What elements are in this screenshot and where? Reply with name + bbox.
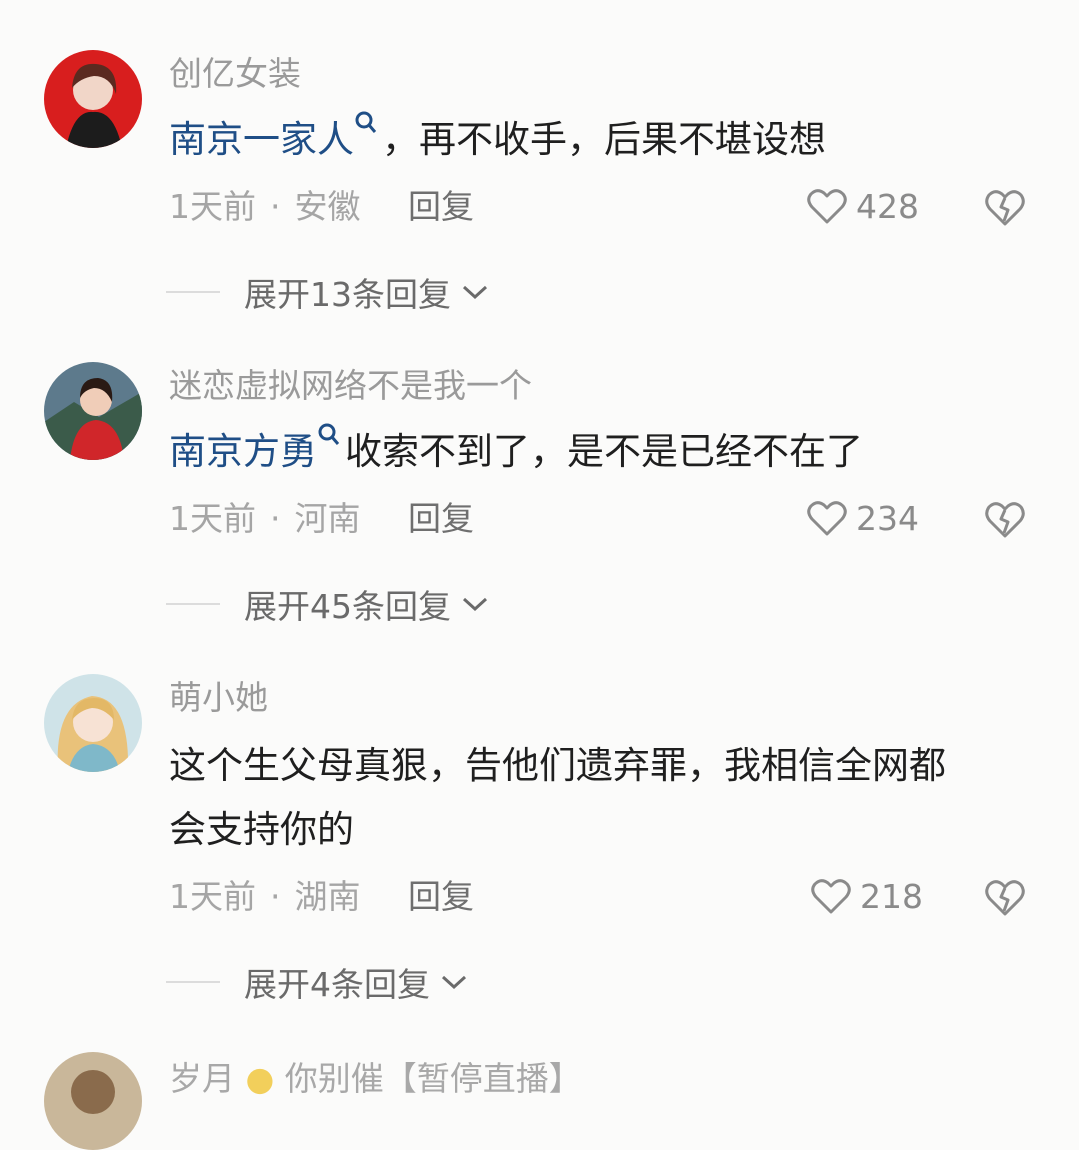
comment-text: 南京一家人 ，再不收手，后果不堪设想 [169, 108, 1049, 172]
username[interactable]: 创亿女装 [169, 54, 301, 94]
expand-replies-button[interactable]: 展开4条回复 [166, 958, 468, 1006]
divider [166, 291, 220, 293]
avatar[interactable] [44, 674, 142, 772]
broken-heart-icon[interactable] [983, 186, 1027, 228]
like-button[interactable]: 428 [806, 186, 919, 226]
comment-text-line: 会支持你的 [169, 808, 354, 851]
comment-text: 这个生父母真狠，告他们遗弃罪，我相信全网都 会支持你的 [169, 734, 1049, 862]
reply-button[interactable]: 回复 [408, 187, 474, 227]
like-count: 428 [856, 186, 919, 226]
username[interactable]: 萌小她 [169, 678, 268, 718]
mention-link[interactable]: 南京方勇 [169, 423, 345, 473]
timestamp: 1天前 [169, 877, 256, 916]
avatar[interactable] [44, 1052, 142, 1150]
chevron-down-icon [462, 285, 488, 300]
reply-button[interactable]: 回复 [408, 499, 474, 539]
location: 湖南 [294, 877, 361, 916]
username[interactable]: 岁月 ● 你别催【暂停直播】 [169, 1052, 582, 1100]
reply-button[interactable]: 回复 [408, 877, 474, 917]
comment-meta: 1天前 · 安徽 [169, 187, 361, 226]
timestamp: 1天前 [169, 499, 256, 538]
broken-heart-icon[interactable] [983, 876, 1027, 918]
expand-replies-button[interactable]: 展开13条回复 [166, 268, 489, 316]
heart-icon [807, 189, 847, 224]
broken-heart-icon[interactable] [983, 498, 1027, 540]
location: 河南 [294, 499, 361, 538]
lightbulb-icon: ● [245, 1059, 275, 1098]
like-count: 234 [856, 498, 919, 538]
like-button[interactable]: 234 [806, 498, 919, 538]
divider [166, 981, 220, 983]
timestamp: 1天前 [169, 187, 256, 226]
heart-icon [811, 879, 851, 914]
comment-meta: 1天前 · 河南 [169, 499, 361, 538]
divider [166, 603, 220, 605]
location: 安徽 [294, 187, 361, 226]
expand-replies-button[interactable]: 展开45条回复 [166, 580, 489, 628]
username[interactable]: 迷恋虚拟网络不是我一个 [169, 366, 532, 406]
search-icon [355, 111, 377, 133]
like-count: 218 [860, 876, 923, 916]
comment-meta: 1天前 · 湖南 [169, 877, 361, 916]
comment-text-line: 这个生父母真狠，告他们遗弃罪，我相信全网都 [169, 744, 946, 787]
comment-text: 南京方勇 收索不到了，是不是已经不在了 [169, 420, 1049, 484]
heart-icon [807, 501, 847, 536]
avatar[interactable] [44, 50, 142, 148]
chevron-down-icon [441, 975, 467, 990]
avatar[interactable] [44, 362, 142, 460]
chevron-down-icon [462, 597, 488, 612]
like-button[interactable]: 218 [810, 876, 923, 916]
mention-link[interactable]: 南京一家人 [169, 111, 382, 161]
search-icon [318, 423, 340, 445]
